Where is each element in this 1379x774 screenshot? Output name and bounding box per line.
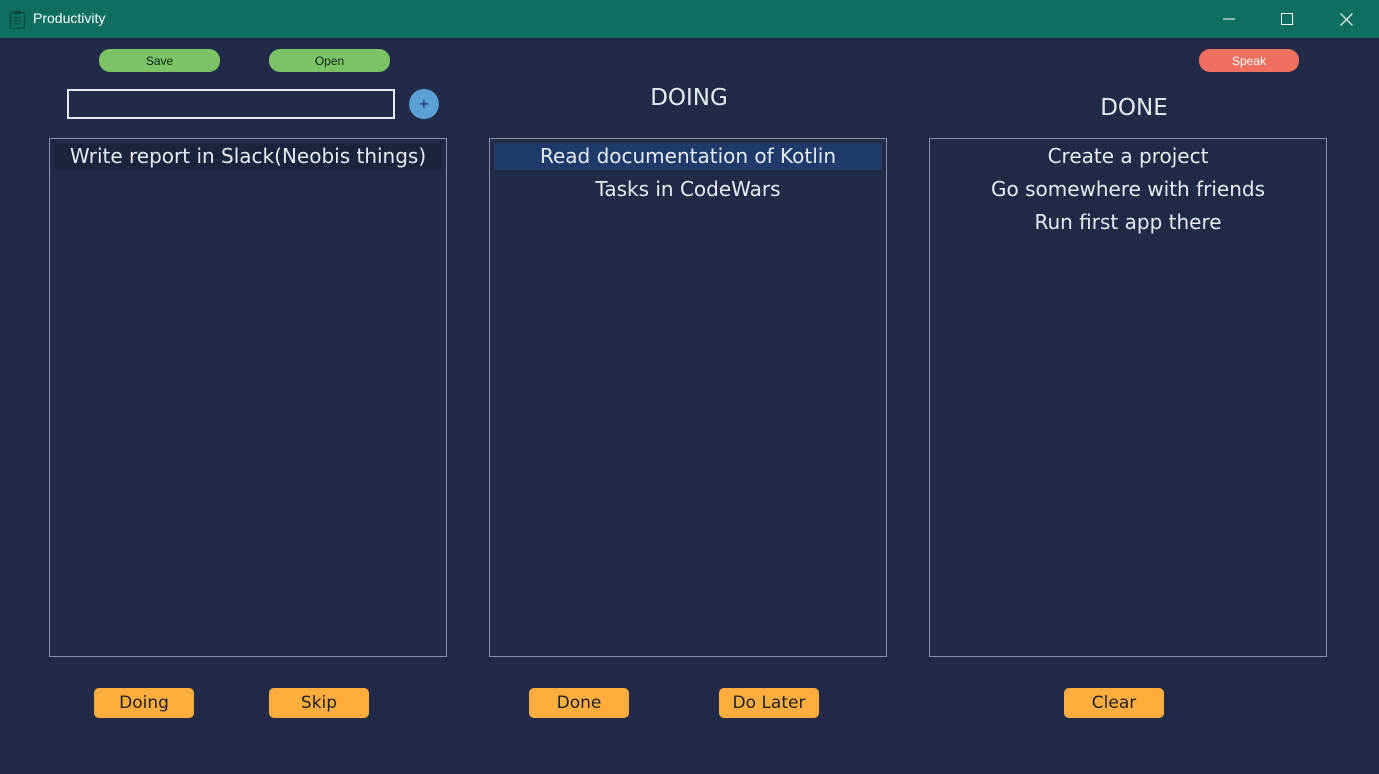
doing-list[interactable]: Read documentation of Kotlin Tasks in Co… bbox=[489, 138, 887, 657]
list-item[interactable]: Tasks in CodeWars bbox=[494, 176, 882, 203]
done-button[interactable]: Done bbox=[529, 688, 629, 718]
close-button[interactable] bbox=[1317, 0, 1375, 38]
todo-list[interactable]: Write report in Slack(Neobis things) bbox=[49, 138, 447, 657]
window-title: Productivity bbox=[33, 10, 106, 26]
open-button[interactable]: Open bbox=[269, 49, 390, 72]
list-item[interactable]: Run first app there bbox=[934, 209, 1322, 236]
list-item[interactable]: Create a project bbox=[934, 143, 1322, 170]
skip-button[interactable]: Skip bbox=[269, 688, 369, 718]
done-heading: DONE bbox=[1100, 95, 1168, 121]
add-task-button[interactable]: + bbox=[409, 89, 439, 119]
minimize-button[interactable] bbox=[1200, 0, 1258, 38]
close-icon bbox=[1339, 12, 1353, 26]
done-list[interactable]: Create a project Go somewhere with frien… bbox=[929, 138, 1327, 657]
task-input[interactable] bbox=[67, 89, 395, 119]
doing-button[interactable]: Doing bbox=[94, 688, 194, 718]
list-item[interactable]: Go somewhere with friends bbox=[934, 176, 1322, 203]
minimize-icon bbox=[1223, 13, 1235, 25]
list-item[interactable]: Read documentation of Kotlin bbox=[494, 143, 882, 170]
maximize-button[interactable] bbox=[1258, 0, 1316, 38]
save-button[interactable]: Save bbox=[99, 49, 220, 72]
do-later-button[interactable]: Do Later bbox=[719, 688, 819, 718]
maximize-icon bbox=[1281, 13, 1293, 25]
clear-button[interactable]: Clear bbox=[1064, 688, 1164, 718]
list-item[interactable]: Write report in Slack(Neobis things) bbox=[54, 143, 442, 170]
title-bar: Productivity bbox=[0, 0, 1379, 38]
clipboard-icon bbox=[9, 10, 26, 30]
speak-button[interactable]: Speak bbox=[1199, 49, 1299, 72]
doing-heading: DOING bbox=[650, 85, 728, 111]
